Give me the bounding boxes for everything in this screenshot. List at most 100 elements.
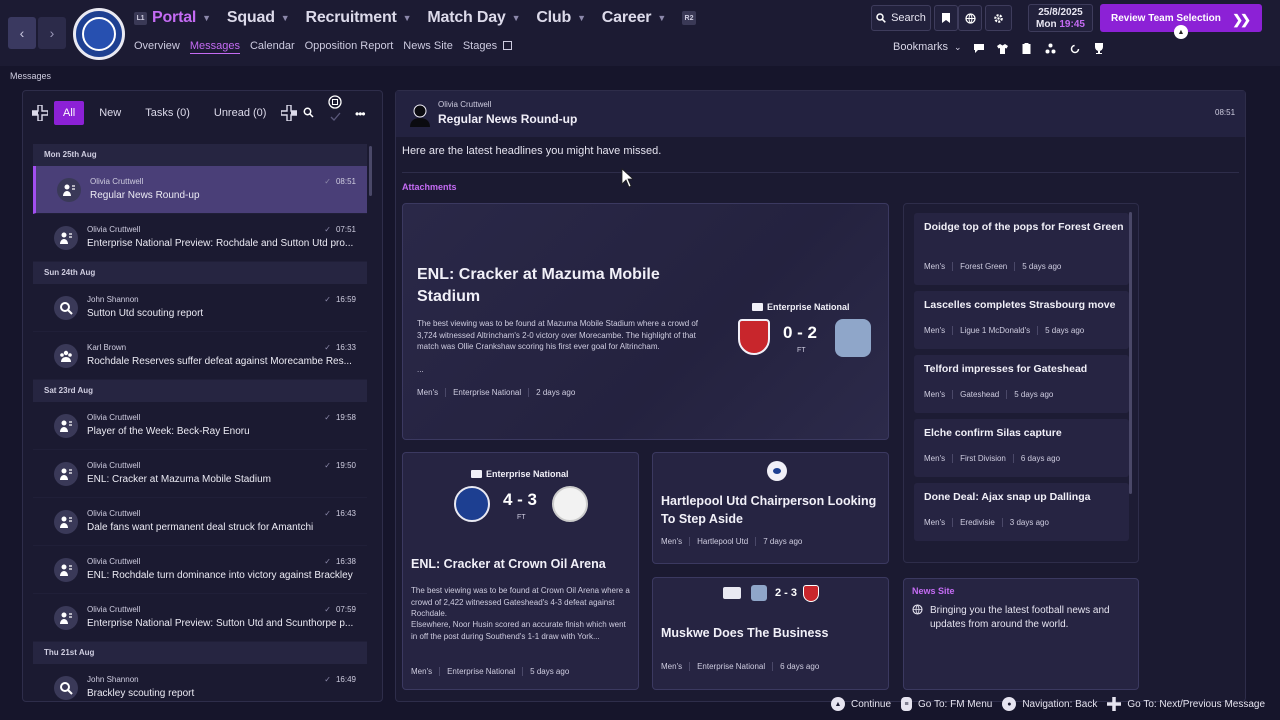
subnav-overview[interactable]: Overview (134, 40, 180, 54)
message-row[interactable]: Olivia Cruttwell Enterprise National Prev… (33, 214, 367, 262)
card3-meta: Men's Hartlepool Utd 7 days ago (661, 537, 809, 546)
news-card-muskwe[interactable]: 2 - 3 Muskwe Does The Business Men's Ente… (652, 577, 889, 690)
hint-next[interactable]: Go To: Next/Previous Message (1107, 697, 1265, 711)
message-row[interactable]: Karl Brown Rochdale Reserves suffer defea… (33, 332, 367, 380)
side-news-item[interactable]: Elche confirm Silas capture Men's First Di… (914, 419, 1129, 477)
message-row[interactable]: Olivia Cruttwell Dale fans want permanent… (33, 498, 367, 546)
message-row[interactable]: Olivia Cruttwell Enterprise National Prev… (33, 594, 367, 642)
filter-all[interactable]: All (54, 101, 85, 125)
meta-competition: Enterprise National (439, 667, 522, 676)
subnav-opposition-report[interactable]: Opposition Report (305, 40, 394, 54)
shirt-icon[interactable] (996, 42, 1009, 55)
side-news-title: Done Deal: Ajax snap up Dallinga (924, 491, 1091, 503)
r2-badge[interactable]: R2 (682, 11, 697, 25)
filter-new[interactable]: New (90, 101, 130, 125)
side-news-item[interactable]: Telford impresses for Gateshead Men's Gate… (914, 355, 1129, 413)
filter-unread[interactable]: Unread (0) (205, 101, 276, 125)
message-list-scrollbar[interactable] (369, 146, 372, 196)
tactics-icon[interactable] (1044, 42, 1057, 55)
meta-competition: Enterprise National (689, 662, 772, 671)
message-from: Olivia Cruttwell (87, 557, 141, 566)
double-chevron-right-icon: ❯❯ (1232, 12, 1251, 27)
subnav-stages[interactable]: Stages (462, 40, 513, 54)
side-news-scrollbar[interactable] (1129, 212, 1132, 494)
club-logo[interactable] (73, 8, 125, 60)
chevron-down-icon: ▼ (280, 13, 290, 23)
card2-competition: Enterprise National (471, 469, 569, 479)
subnav-news-site[interactable]: News Site (403, 40, 453, 54)
settings-button[interactable] (985, 5, 1012, 31)
nav-club[interactable]: Club ▼ (536, 9, 586, 27)
circle-button-icon: ● (1002, 697, 1017, 711)
refresh-icon[interactable] (1068, 42, 1081, 55)
hint-back[interactable]: ● Navigation: Back (1002, 697, 1097, 711)
league-badge: L1 (134, 11, 147, 25)
nav-squad[interactable]: Squad ▼ (227, 9, 290, 27)
subnav-messages[interactable]: Messages (189, 40, 240, 54)
hint-continue[interactable]: ▲ Continue (831, 697, 891, 711)
back-button[interactable]: ‹ (8, 17, 36, 49)
morecambe-crest (751, 585, 767, 601)
message-row[interactable]: Olivia Cruttwell ENL: Cracker at Mazuma M… (33, 450, 367, 498)
bookmark-button[interactable] (934, 5, 958, 31)
hint-menu[interactable]: ≡ Go To: FM Menu (901, 697, 992, 711)
news-site-card[interactable]: News Site Bringing you the latest footba… (903, 578, 1139, 690)
filter-tasks[interactable]: Tasks (0) (136, 101, 199, 125)
trophy-icon[interactable] (1092, 42, 1105, 55)
news-card-hartlepool[interactable]: Hartlepool Utd Chairperson Looking To St… (652, 452, 889, 564)
world-button[interactable] (958, 5, 982, 31)
message-time: ✓ 19:50 (324, 461, 356, 470)
message-time: ✓ 08:51 (324, 177, 356, 186)
meta-gender: Men's (924, 454, 946, 463)
message-row[interactable]: Olivia Cruttwell Player of the Week: Beck… (33, 402, 367, 450)
bookmarks-dropdown[interactable]: Bookmarks ⌄ (893, 41, 962, 53)
news-icon (54, 558, 78, 582)
search-messages-button[interactable] (303, 107, 314, 118)
meta-gender: Men's (661, 537, 683, 546)
subnav-stages-label: Stages (462, 40, 498, 52)
search-button[interactable]: Search (871, 5, 931, 31)
bookmarks-label: Bookmarks (893, 41, 949, 53)
day-header: Sun 24th Aug (33, 262, 367, 284)
nav-match-day[interactable]: Match Day ▼ (427, 9, 520, 27)
date-time[interactable]: 25/8/2025 Mon 19:45 (1028, 4, 1093, 32)
featured-ellipsis: ... (417, 365, 424, 374)
clipboard-icon[interactable] (1020, 42, 1033, 55)
message-row[interactable]: John Shannon Brackley scouting report ✓ 16:… (33, 664, 367, 701)
nav-career[interactable]: Career ▼ (602, 9, 666, 27)
message-sender: Olivia Cruttwell (438, 100, 492, 109)
side-news-item[interactable]: Lascelles completes Strasbourg move Men's… (914, 291, 1129, 349)
news-site-label: News Site (912, 586, 955, 596)
message-action-button[interactable] (328, 95, 342, 123)
meta-date: 6 days ago (1012, 454, 1067, 463)
review-team-selection-button[interactable]: Review Team Selection ❯❯ ▲ (1100, 4, 1262, 39)
meta-date: 3 days ago (1001, 518, 1056, 527)
read-check-icon: ✓ (324, 413, 331, 422)
nav-recruitment[interactable]: Recruitment ▼ (306, 9, 412, 27)
featured-news-card[interactable]: ENL: Cracker at Mazuma Mobile Stadium Th… (402, 203, 889, 440)
subnav-calendar[interactable]: Calendar (250, 40, 295, 54)
message-list: Mon 25th Aug Olivia Cruttwell Regular News… (33, 144, 367, 701)
news-card-crown-oil[interactable]: Enterprise National 4 - 3 FT ENL: Cracke… (402, 452, 639, 690)
side-news-title: Telford impresses for Gateshead (924, 363, 1088, 375)
message-row[interactable]: Olivia Cruttwell Regular News Round-up ✓ 08… (33, 166, 367, 214)
review-label: Review Team Selection (1111, 12, 1221, 24)
side-news-item[interactable]: Done Deal: Ajax snap up Dallinga Men's Ere… (914, 483, 1129, 541)
more-options-icon[interactable]: ••• (355, 107, 366, 121)
hint-menu-label: Go To: FM Menu (918, 698, 993, 710)
message-time: ✓ 19:58 (324, 413, 356, 422)
meta-competition: Ligue 1 McDonald's (952, 326, 1037, 335)
message-subject: Rochdale Reserves suffer defeat against … (87, 356, 352, 367)
message-row[interactable]: John Shannon Sutton Utd scouting report ✓ 1… (33, 284, 367, 332)
sub-nav: Overview Messages Calendar Opposition Re… (134, 40, 513, 54)
chat-icon[interactable] (972, 42, 985, 55)
nav-portal[interactable]: L1 Portal ▼ (134, 9, 211, 27)
forward-button[interactable]: › (38, 17, 66, 49)
gateshead-crest (552, 486, 588, 522)
message-subject: Enterprise National Preview: Rochdale an… (87, 238, 354, 249)
mouse-cursor-icon (621, 168, 633, 188)
chevron-down-icon: ▼ (577, 13, 586, 23)
side-news-item[interactable]: Doidge top of the pops for Forest Green M… (914, 213, 1129, 285)
message-row[interactable]: Olivia Cruttwell ENL: Rochdale turn domin… (33, 546, 367, 594)
read-check-icon: ✓ (324, 461, 331, 470)
